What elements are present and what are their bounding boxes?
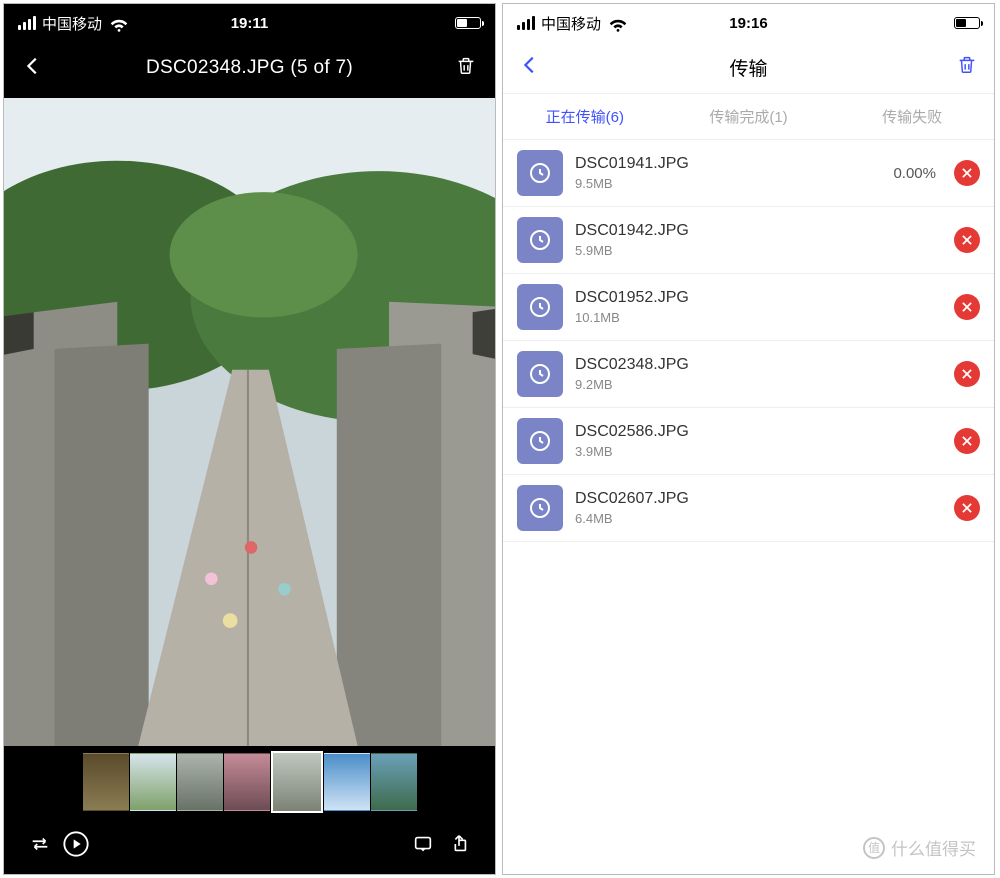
swap-icon [29,833,51,855]
wifi-icon [108,12,130,34]
file-name: DSC02348.JPG [575,356,942,374]
transfer-nav: 传输 [503,42,994,94]
transfer-screen: 中国移动 19:16 传输 正在传输(6) 传输完成(1) 传输失败 DSC01… [502,3,995,875]
signal-icon [517,16,535,30]
clock-icon [528,429,552,453]
cancel-button[interactable] [954,160,980,186]
transfer-row: DSC01952.JPG 10.1MB [503,274,994,341]
cast-icon [412,833,434,855]
transfer-list[interactable]: DSC01941.JPG9.5MB0.00%DSC01942.JPG5.9MBD… [503,140,994,874]
back-button[interactable] [22,53,56,84]
cancel-button[interactable] [954,428,980,454]
file-size: 9.2MB [575,377,942,392]
share-icon [448,833,470,855]
thumbnail[interactable] [83,753,129,811]
signal-icon [18,16,36,30]
close-icon [960,367,974,381]
photo-title: DSC02348.JPG (5 of 7) [56,57,443,79]
viewer-topbar: DSC02348.JPG (5 of 7) [4,42,495,94]
file-name: DSC01942.JPG [575,222,942,240]
file-type-icon [517,150,563,196]
clock-icon [528,295,552,319]
transfer-row: DSC01942.JPG 5.9MB [503,207,994,274]
share-button[interactable] [441,826,477,862]
close-icon [960,501,974,515]
thumbnail[interactable] [271,751,323,813]
transfer-row: DSC02607.JPG 6.4MB [503,475,994,542]
clock-label: 19:11 [172,15,326,32]
file-name: DSC02607.JPG [575,490,942,508]
play-icon [62,830,90,858]
close-icon [960,434,974,448]
cancel-button[interactable] [954,294,980,320]
cast-button[interactable] [405,826,441,862]
clear-all-button[interactable] [942,54,978,81]
file-type-icon [517,418,563,464]
carrier-label: 中国移动 [42,13,102,34]
page-title: 传输 [555,54,942,81]
thumbnail[interactable] [224,753,270,811]
thumbnail[interactable] [324,753,370,811]
transfer-row: DSC01941.JPG 9.5MB 0.00% [503,140,994,207]
chevron-left-icon [519,54,541,76]
file-name: DSC01941.JPG [575,155,875,173]
transfer-row: DSC02348.JPG 9.2MB [503,341,994,408]
carrier-label: 中国移动 [541,13,601,34]
close-icon [960,233,974,247]
clock-icon [528,161,552,185]
thumbnail-strip[interactable] [4,750,495,814]
close-icon [960,300,974,314]
file-type-icon [517,217,563,263]
file-type-icon [517,351,563,397]
swap-button[interactable] [22,826,58,862]
clock-icon [528,496,552,520]
photo-display[interactable] [4,94,495,750]
file-size: 5.9MB [575,243,942,258]
progress-percent: 0.00% [893,165,936,182]
file-type-icon [517,485,563,531]
close-icon [960,166,974,180]
clock-icon [528,362,552,386]
status-bar: 中国移动 19:16 [503,4,994,42]
thumbnail[interactable] [371,753,417,811]
file-name: DSC01952.JPG [575,289,942,307]
transfer-tabs: 正在传输(6) 传输完成(1) 传输失败 [503,94,994,140]
tab-done[interactable]: 传输完成(1) [667,106,831,127]
file-type-icon [517,284,563,330]
tab-inprogress[interactable]: 正在传输(6) [503,106,667,127]
status-bar: 中国移动 19:11 [4,4,495,42]
battery-icon [954,17,980,29]
wifi-icon [607,12,629,34]
clock-icon [528,228,552,252]
thumbnail[interactable] [177,753,223,811]
play-button[interactable] [58,826,94,862]
cancel-button[interactable] [954,495,980,521]
trash-icon [455,55,477,77]
file-size: 6.4MB [575,511,942,526]
file-size: 9.5MB [575,176,875,191]
file-name: DSC02586.JPG [575,423,942,441]
delete-button[interactable] [443,55,477,82]
photo-viewer-screen: 中国移动 19:11 DSC02348.JPG (5 of 7) [3,3,496,875]
battery-icon [455,17,481,29]
transfer-row: DSC02586.JPG 3.9MB [503,408,994,475]
thumbnail[interactable] [130,753,176,811]
chevron-left-icon [22,55,44,77]
clock-label: 19:16 [671,15,825,32]
viewer-bottombar [4,814,495,874]
cancel-button[interactable] [954,361,980,387]
cancel-button[interactable] [954,227,980,253]
file-size: 10.1MB [575,310,942,325]
trash-icon [956,54,978,76]
back-button[interactable] [519,52,555,83]
tab-failed[interactable]: 传输失败 [830,106,994,127]
file-size: 3.9MB [575,444,942,459]
